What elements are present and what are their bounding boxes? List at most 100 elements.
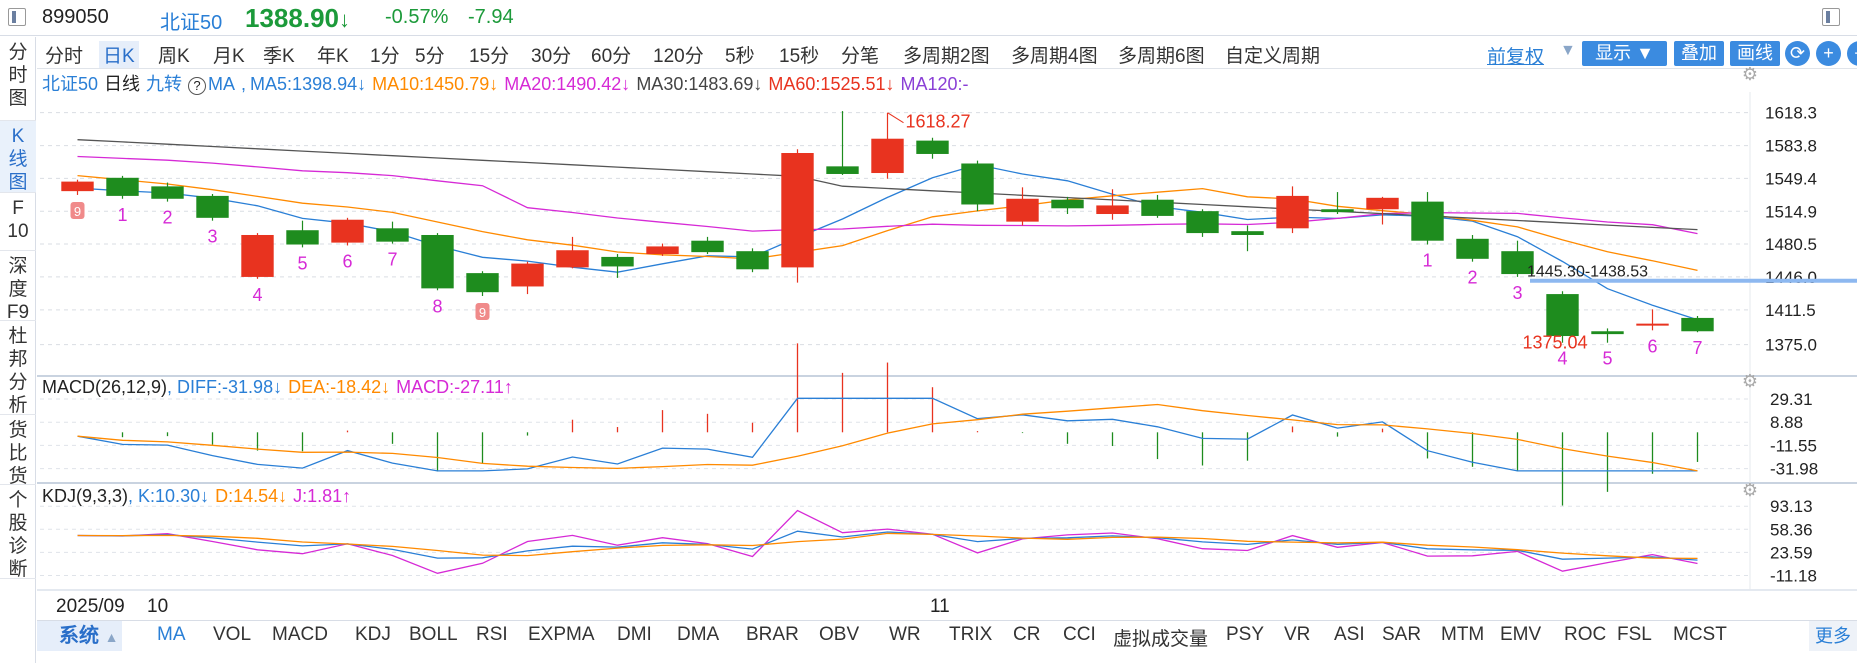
indicator-tab[interactable]: MACD (272, 624, 328, 646)
y-tick-label: 1583.8 (1765, 137, 1817, 156)
macd-legend: MACD(26,12,9), DIFF:-31.98↓ DEA:-18.42↓ MA… (42, 377, 519, 398)
indicator-tab[interactable]: BOLL (409, 624, 458, 646)
indicator-tab[interactable]: MTM (1441, 624, 1484, 646)
candle-body (1231, 231, 1264, 235)
indicator-tab[interactable]: RSI (476, 624, 508, 646)
kdj-title[interactable]: KDJ(9,3,3) (42, 486, 128, 506)
candle-body (466, 273, 499, 293)
indicator-tab[interactable]: DMI (617, 624, 652, 646)
y-tick-label: 1514.9 (1765, 202, 1817, 221)
macd-diff: , DIFF:-31.98↓ (167, 377, 283, 397)
candle-body (106, 177, 139, 196)
nine-label: 8 (432, 296, 442, 316)
nine-label: 3 (1512, 283, 1522, 303)
indicator-tab[interactable]: VR (1284, 624, 1310, 646)
y-tick-label: -11.55 (1770, 436, 1817, 455)
help-icon[interactable]: ? (188, 77, 207, 95)
indicator-tab[interactable]: TRIX (949, 624, 992, 646)
high-annotation: 1618.27 (906, 112, 971, 132)
y-tick-label: -31.98 (1770, 460, 1818, 479)
candle-body (736, 251, 769, 270)
indicator-tabs: 系统 ▲ MA VOL MACD KDJ BOLL RSI EXPMA DMI DMA BRAR O… (37, 620, 1857, 651)
kline-chart[interactable]: 1618.31583.81549.41514.91480.51446.01411… (0, 0, 1857, 663)
indicator-tab[interactable]: CCI (1063, 624, 1096, 646)
candle-body (1186, 211, 1219, 234)
more-button[interactable]: 更多 (1809, 621, 1857, 651)
range-annotation: 1445.30-1438.53 (1527, 264, 1648, 281)
candle-body (1366, 197, 1399, 210)
candle-body (61, 181, 94, 192)
indicator-tab[interactable]: WR (889, 624, 921, 646)
x-axis-october: 10 (147, 596, 169, 617)
nine-label: 4 (252, 285, 262, 305)
nine-label: 7 (387, 250, 397, 270)
legend-ma60: MA60:1525.51↓ (768, 74, 895, 94)
legend-ma120: MA120:- (900, 74, 969, 94)
y-tick-label: 29.31 (1770, 390, 1813, 409)
candle-body (241, 234, 274, 277)
candle-body (826, 166, 859, 174)
indicator-tab[interactable]: MCST (1673, 624, 1727, 646)
candle-body (1411, 201, 1444, 241)
indicator-tab[interactable]: DMA (677, 624, 719, 646)
indicator-tab[interactable]: OBV (819, 624, 859, 646)
candle-body (781, 153, 814, 268)
candle-body (511, 263, 544, 287)
candle-body (1096, 205, 1129, 215)
macd-title[interactable]: MACD(26,12,9) (42, 377, 167, 397)
nine-label: 5 (297, 253, 307, 273)
x-axis-year: 2025/09 (56, 596, 125, 617)
kdj-legend: KDJ(9,3,3), K:10.30↓ D:14.54↓ J:1.81↑ (42, 486, 357, 507)
legend-ma30: MA30:1483.69↓ (636, 74, 763, 94)
high-pointer (887, 112, 904, 124)
indicator-tab[interactable]: VOL (213, 624, 251, 646)
gear-icon[interactable]: ⚙ (1742, 480, 1758, 501)
nine-label: 9 (74, 204, 81, 219)
candle-body (1591, 331, 1624, 335)
candle-body (916, 140, 949, 154)
kdj-line (77, 509, 1698, 574)
macd-dea: DEA:-18.42↓ (288, 377, 391, 397)
indicator-tab[interactable]: EMV (1500, 624, 1541, 646)
legend-ma5: MA5:1398.94↓ (250, 74, 367, 94)
candle-body (331, 219, 364, 243)
indicator-tab[interactable]: BRAR (746, 624, 799, 646)
y-tick-label: 23.59 (1770, 543, 1813, 562)
indicator-tab[interactable]: 虚拟成交量 (1113, 624, 1208, 651)
indicator-tab[interactable]: ASI (1334, 624, 1365, 646)
indicator-tab[interactable]: PSY (1226, 624, 1264, 646)
indicator-tab[interactable]: CR (1013, 624, 1040, 646)
candle-body (601, 256, 634, 267)
candle-body (421, 234, 454, 289)
nine-label: 6 (1647, 336, 1657, 356)
candle-body (691, 240, 724, 253)
legend-index-name[interactable]: 北证50 (42, 74, 98, 94)
candle-body (151, 186, 184, 199)
y-tick-label: 93.13 (1770, 497, 1813, 516)
kdj-j: J:1.81↑ (293, 486, 352, 506)
nine-label: 9 (479, 305, 486, 320)
candle-body (1546, 294, 1579, 337)
indicator-tab[interactable]: ROC (1564, 624, 1606, 646)
kdj-k: , K:10.30↓ (128, 486, 210, 506)
candle-body (961, 163, 994, 205)
gear-icon[interactable]: ⚙ (1742, 64, 1758, 85)
system-tab[interactable]: 系统 ▲ (37, 621, 122, 651)
y-tick-label: 1549.4 (1765, 169, 1817, 188)
ma-line (77, 174, 1698, 272)
indicator-tab[interactable]: SAR (1382, 624, 1421, 646)
legend-period[interactable]: 日线 (104, 74, 140, 94)
indicator-tab[interactable]: EXPMA (528, 624, 595, 646)
gear-icon[interactable]: ⚙ (1742, 371, 1758, 392)
candle-body (1006, 198, 1039, 222)
candle-body (556, 250, 589, 268)
macd-value: MACD:-27.11↑ (396, 377, 513, 397)
candle-body (646, 246, 679, 255)
indicator-tab[interactable]: MA (157, 624, 186, 646)
candle-body (1276, 195, 1309, 229)
legend-nine[interactable]: 九转 (146, 74, 182, 94)
nine-label: 7 (1692, 338, 1702, 358)
indicator-tab[interactable]: KDJ (355, 624, 391, 646)
indicator-tab[interactable]: FSL (1617, 624, 1652, 646)
legend-ma[interactable]: MA (208, 74, 235, 94)
